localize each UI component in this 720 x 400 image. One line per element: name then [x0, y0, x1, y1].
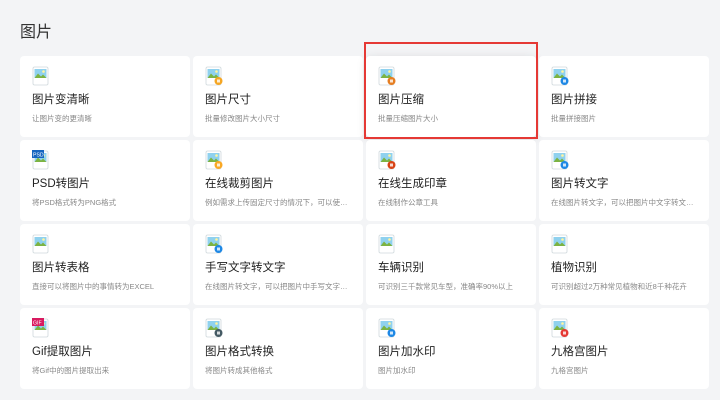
tool-description: 将图片转成其他格式	[205, 366, 273, 375]
tool-card[interactable]: 在线生成印章 在线制作公章工具	[366, 140, 536, 221]
image-watermark-icon	[378, 318, 396, 338]
tool-name: 在线生成印章	[378, 178, 447, 190]
tool-name: 图片转表格	[32, 262, 90, 274]
tool-name: 车辆识别	[378, 262, 424, 274]
image-to-text-icon	[551, 150, 569, 170]
tool-name: Gif提取图片	[32, 346, 93, 358]
section-title: 图片	[20, 24, 53, 41]
psd-convert-icon: PSD	[32, 150, 50, 170]
tool-name: 植物识别	[551, 262, 597, 274]
tool-name: PSD转图片	[32, 178, 91, 190]
tool-card[interactable]: 车辆识别可识别三千款常见车型，准确率90%以上	[366, 224, 536, 305]
tool-name: 图片变清晰	[32, 94, 90, 106]
image-compress-icon	[378, 66, 396, 86]
tool-description: 批量修改图片大小尺寸	[205, 114, 280, 123]
tool-card[interactable]: 植物识别可识别超过2万种常见植物和近8千种花卉	[539, 224, 709, 305]
svg-text:GIF: GIF	[33, 320, 42, 326]
tool-grid: 图片变清晰让图片变的更清晰 图片尺寸批量修改图片大小尺寸 图片压缩批量压缩图片大…	[20, 42, 709, 389]
tool-card[interactable]: 图片加水印 图片加水印	[366, 308, 536, 389]
tool-card[interactable]: 九格宫图片 九格宫图片	[539, 308, 709, 389]
vehicle-recognition-icon	[378, 234, 396, 254]
tool-description: 九格宫图片	[551, 366, 589, 375]
tool-description: 在线制作公章工具	[378, 198, 438, 207]
tool-card[interactable]: PSD PSD转图片将PSD格式转为PNG格式	[20, 140, 190, 221]
tool-description: 图片加水印	[378, 366, 416, 375]
seal-generate-icon	[378, 150, 396, 170]
tool-description: 将Gif中的图片提取出来	[32, 366, 110, 375]
tool-card[interactable]: GIF Gif提取图片将Gif中的图片提取出来	[20, 308, 190, 389]
tool-description: 让图片变的更清晰	[32, 114, 92, 123]
svg-text:PSD: PSD	[33, 152, 44, 158]
tool-name: 在线裁剪图片	[205, 178, 274, 190]
plant-recognition-icon	[551, 234, 569, 254]
tool-description: 将PSD格式转为PNG格式	[32, 198, 117, 207]
tool-card[interactable]: 图片变清晰让图片变的更清晰	[20, 56, 190, 137]
tool-card[interactable]: 图片转表格直接可以将图片中的事情转为EXCEL	[20, 224, 190, 305]
tool-name: 图片格式转换	[205, 346, 274, 358]
image-resize-icon	[205, 66, 223, 86]
image-format-convert-icon	[205, 318, 223, 338]
tool-card[interactable]: 图片拼接批量拼接图片	[539, 56, 709, 137]
image-stitch-icon	[551, 66, 569, 86]
tool-card[interactable]: 手写文字转文字在线图片转文字，可以把图片中手写文字转文本...	[193, 224, 363, 305]
tool-description: 可识别超过2万种常见植物和近8千种花卉	[551, 282, 687, 291]
gif-extract-icon: GIF	[32, 318, 50, 338]
tool-description: 可识别三千款常见车型，准确率90%以上	[378, 282, 514, 291]
nine-grid-image-icon	[551, 318, 569, 338]
tool-description: 直接可以将图片中的事情转为EXCEL	[32, 282, 155, 291]
tool-card[interactable]: 图片转文字在线图片转文字，可以把图片中文字转文本文件...	[539, 140, 709, 221]
image-crop-icon	[205, 150, 223, 170]
tool-card[interactable]: 图片压缩批量压缩图片大小	[364, 42, 538, 139]
image-to-table-icon	[32, 234, 50, 254]
tool-name: 九格宫图片	[551, 346, 609, 358]
tool-name: 图片加水印	[378, 346, 436, 358]
tool-description: 批量压缩图片大小	[378, 114, 438, 123]
tool-name: 图片尺寸	[205, 94, 251, 106]
tool-description: 在线图片转文字，可以把图片中手写文字转文本...	[205, 282, 351, 291]
tool-card[interactable]: 图片格式转换 将图片转成其他格式	[193, 308, 363, 389]
tool-name: 图片压缩	[378, 94, 424, 106]
tool-name: 图片转文字	[551, 178, 609, 190]
tool-name: 图片拼接	[551, 94, 597, 106]
tool-description: 例如需求上传固定尺寸的情况下，可以使用本工...	[205, 198, 351, 207]
handwriting-ocr-icon	[205, 234, 223, 254]
tool-card[interactable]: 图片尺寸批量修改图片大小尺寸	[193, 56, 363, 137]
image-enhance-icon	[32, 66, 50, 86]
tool-description: 在线图片转文字，可以把图片中文字转文本文件...	[551, 198, 697, 207]
tool-card[interactable]: 在线裁剪图片例如需求上传固定尺寸的情况下，可以使用本工...	[193, 140, 363, 221]
tool-name: 手写文字转文字	[205, 262, 286, 274]
tool-description: 批量拼接图片	[551, 114, 596, 123]
